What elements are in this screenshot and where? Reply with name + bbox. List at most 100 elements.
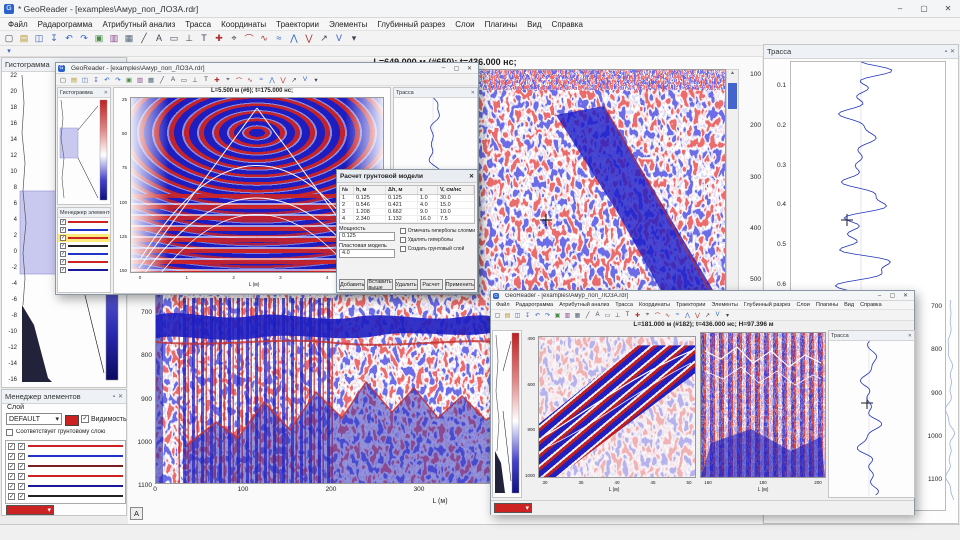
menu-item[interactable]: Справка [857, 302, 885, 308]
add-point-tool-icon[interactable]: ✚ [212, 75, 222, 84]
menu-item[interactable]: Глубинный разрез [741, 302, 794, 308]
close-icon[interactable]: ✕ [469, 173, 474, 180]
valleys-tool-icon[interactable]: ⋁ [278, 75, 288, 84]
tee-tool-icon[interactable]: Т [623, 311, 632, 320]
histogram-selection[interactable] [19, 190, 61, 275]
float2-trace-wiggle[interactable] [829, 340, 910, 496]
close-icon[interactable]: ✕ [908, 333, 912, 339]
edit-checkbox[interactable]: ✓ [18, 462, 25, 470]
float1-titlebar[interactable]: G GeoReader - [examples\Амур_поп_ЛОЗА.rd… [56, 63, 478, 74]
scrollbar-thumb[interactable] [728, 83, 737, 109]
float2-left-canvas[interactable] [538, 336, 696, 478]
close-button[interactable]: ✕ [463, 63, 476, 73]
menu-item[interactable]: Плагины [813, 302, 841, 308]
pin-icon[interactable]: ▪ [945, 49, 947, 55]
add-point-tool-icon[interactable]: ✚ [212, 32, 226, 45]
close-button[interactable]: ✕ [899, 291, 912, 301]
smooth-tool-icon[interactable]: ≈ [673, 311, 682, 320]
crosshair-tool-icon[interactable]: ⌖ [643, 311, 652, 320]
line-tool-icon[interactable]: ╱ [157, 75, 167, 84]
close-icon[interactable]: ✕ [104, 90, 108, 96]
menu-item[interactable]: Координаты [216, 20, 271, 29]
layer-row[interactable]: ✓ [58, 258, 110, 266]
visibility-checkbox[interactable]: ✓ [60, 227, 66, 233]
float1-histogram-plot[interactable] [58, 98, 110, 204]
valleys-tool-icon[interactable]: ⋁ [302, 32, 316, 45]
more-tools-icon[interactable]: ▾ [347, 32, 361, 45]
float1-trace-header[interactable]: Трасса ✕ [394, 88, 477, 98]
close-icon[interactable]: ✕ [471, 90, 475, 96]
group2-input[interactable]: 4.0 [339, 249, 395, 258]
dialog-checkbox[interactable] [399, 236, 406, 243]
visibility-checkbox[interactable]: ✓ [8, 462, 15, 470]
edit-checkbox[interactable]: ✓ [18, 442, 25, 450]
layer-row[interactable]: ✓ ✓ [6, 441, 125, 451]
table-row[interactable]: 4 2.340 1.132 16.0 7.5 [340, 216, 474, 223]
menu-item[interactable]: Файл [493, 302, 513, 308]
image-view-icon[interactable]: ▣ [124, 75, 134, 84]
new-file-icon[interactable]: ▢ [58, 75, 68, 84]
crosshair-tool-icon[interactable]: ⌖ [227, 32, 241, 45]
element-manager-header[interactable]: Менеджер элементов ▪ ✕ [2, 390, 126, 404]
export-icon[interactable]: ↧ [91, 75, 101, 84]
group1-input[interactable]: 0.125 [339, 232, 395, 241]
rect-tool-icon[interactable]: ▭ [167, 32, 181, 45]
line-tool-icon[interactable]: ╱ [137, 32, 151, 45]
tee-tool-icon[interactable]: Т [197, 32, 211, 45]
layer-row[interactable]: ✓ [58, 266, 110, 274]
menu-item[interactable]: Траектории [673, 302, 708, 308]
menu-item[interactable]: Глубинный разрез [372, 20, 450, 29]
dialog-checkbox-row[interactable]: Создать грунтовый слой [399, 244, 475, 253]
dialog-checkbox-row[interactable]: Удалять гиперболы [399, 235, 475, 244]
visibility-checkbox[interactable]: ✓ [8, 472, 15, 480]
perpendicular-tool-icon[interactable]: ⊥ [182, 32, 196, 45]
smooth-tool-icon[interactable]: ≈ [256, 75, 266, 84]
grid-view-icon[interactable]: ▦ [122, 32, 136, 45]
peaks-tool-icon[interactable]: ⋀ [683, 311, 692, 320]
menu-item[interactable]: Радарограмма [33, 20, 98, 29]
dialog-button[interactable]: Расчет [419, 279, 443, 290]
redo-icon[interactable]: ↷ [77, 32, 91, 45]
menu-item[interactable]: Плагины [480, 20, 522, 29]
layer-row[interactable]: ✓ ✓ [6, 481, 125, 491]
layer-row[interactable]: ✓ ✓ [6, 471, 125, 481]
rect-tool-icon[interactable]: ▭ [179, 75, 189, 84]
text-tool-icon[interactable]: А [593, 311, 602, 320]
pick-tool-icon[interactable]: V [300, 75, 310, 84]
layer-row[interactable]: ✓ ✓ [6, 491, 125, 501]
float2-right-canvas[interactable] [700, 332, 826, 478]
vector-tool-icon[interactable]: ↗ [703, 311, 712, 320]
crosshair-tool-icon[interactable]: ⌖ [223, 75, 233, 84]
scroll-up-arrow[interactable]: ▲ [727, 70, 738, 82]
layer-row[interactable]: ✓ [58, 234, 110, 242]
dialog-checkbox-row[interactable]: Отмечать гиперболы слоями [399, 226, 475, 235]
peaks-tool-icon[interactable]: ⋀ [287, 32, 301, 45]
hyperbola-tool-icon[interactable]: ⌒ [242, 32, 256, 45]
menu-item[interactable]: Вид [522, 20, 546, 29]
wave-tool-icon[interactable]: ∿ [245, 75, 255, 84]
close-icon[interactable]: ✕ [118, 393, 123, 400]
float2-histogram-plot[interactable] [493, 331, 521, 497]
hyperbola-tool-icon[interactable]: ⌒ [234, 75, 244, 85]
edit-checkbox[interactable]: ✓ [18, 452, 25, 460]
undo-icon[interactable]: ↶ [62, 32, 76, 45]
menu-item[interactable]: Вид [841, 302, 857, 308]
tee-tool-icon[interactable]: Т [201, 75, 211, 84]
table-row[interactable]: 3 1.208 0.662 9.0 10.0 [340, 209, 474, 216]
maximize-button[interactable]: ▢ [912, 0, 936, 17]
a-marker-button[interactable]: А [130, 507, 143, 520]
float2-trace-header[interactable]: Трасса ✕ [829, 331, 914, 341]
float2-titlebar[interactable]: G GeoReader - [examples\Амур_поп_ЛОЗА.rd… [491, 291, 914, 301]
float1-histogram-header[interactable]: Гистограмма ✕ [58, 88, 110, 98]
pick-tool-icon[interactable]: V [713, 311, 722, 320]
vector-tool-icon[interactable]: ↗ [317, 32, 331, 45]
menu-item[interactable]: Трасса [612, 302, 636, 308]
visibility-checkbox[interactable]: ✓ [8, 492, 15, 500]
pin-icon[interactable]: ▪ [113, 394, 115, 400]
table-row[interactable]: 1 0.125 0.125 1.0 30.0 [340, 195, 474, 202]
chart-view-icon[interactable]: ▥ [107, 32, 121, 45]
menu-item[interactable]: Координаты [636, 302, 673, 308]
more-tools-icon[interactable]: ▾ [311, 75, 321, 84]
add-point-tool-icon[interactable]: ✚ [633, 311, 642, 320]
open-folder-icon[interactable]: ▤ [17, 32, 31, 45]
